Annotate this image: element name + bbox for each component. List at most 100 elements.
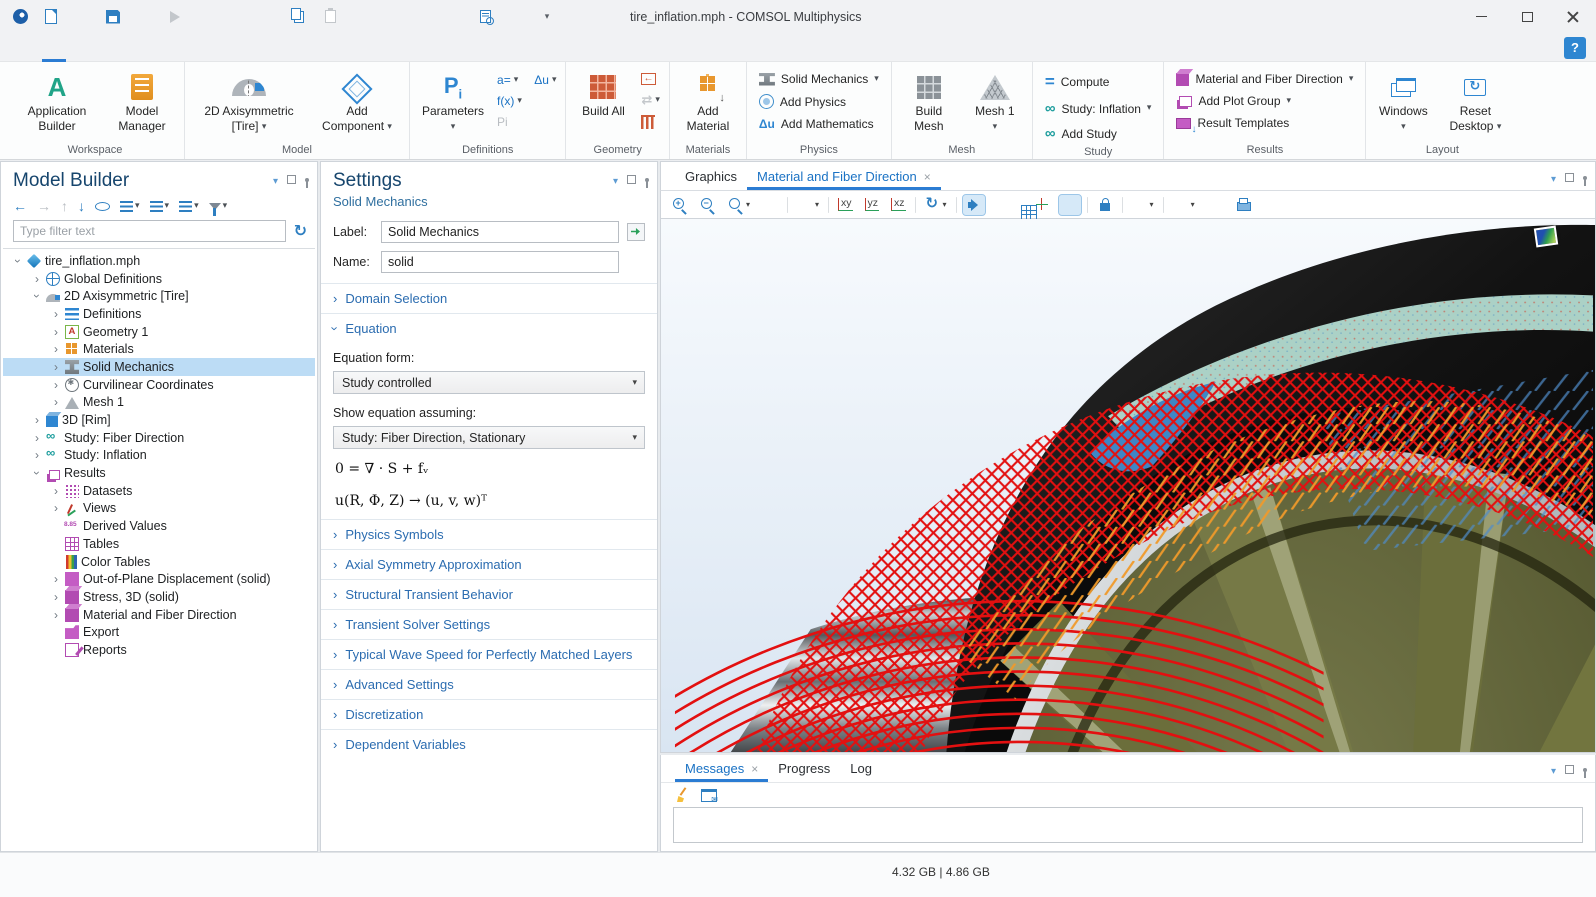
quick-access-button[interactable] xyxy=(132,5,156,29)
tree-expander-icon[interactable] xyxy=(51,325,61,339)
quick-access-button[interactable] xyxy=(318,5,342,29)
build-all-geometry-button[interactable]: Build All xyxy=(572,66,634,121)
study-inflation-dropdown[interactable]: ∞Study: Inflation xyxy=(1039,98,1158,119)
quick-access-button[interactable] xyxy=(8,5,32,29)
graphics-canvas[interactable] xyxy=(660,219,1596,753)
close-tab-icon[interactable] xyxy=(924,170,931,184)
menu-tab[interactable] xyxy=(66,33,90,62)
tree-expander-icon[interactable] xyxy=(51,307,61,321)
tree-expander-icon[interactable] xyxy=(51,608,61,622)
settings-section-header[interactable]: Axial Symmetry Approximation xyxy=(321,549,657,579)
tree-expander-icon[interactable] xyxy=(51,484,61,498)
tree-expander-icon[interactable] xyxy=(51,501,61,515)
close-tab-icon[interactable] xyxy=(751,762,758,776)
tree-row[interactable]: Derived Values xyxy=(3,517,315,535)
tree-filter-input[interactable] xyxy=(13,220,286,242)
parameter-case-button[interactable]: Pi xyxy=(494,114,559,130)
add-plot-group-button[interactable]: Add Plot Group xyxy=(1170,92,1359,110)
graphics-tool-button[interactable]: + ▾ xyxy=(669,195,691,215)
panel-menu-icon[interactable] xyxy=(1551,170,1556,185)
tree-expander-icon[interactable] xyxy=(51,395,61,409)
graphics-tool-button[interactable]: ▾ xyxy=(1170,195,1198,215)
graphics-tool-button[interactable]: ▾ xyxy=(787,197,788,213)
quick-access-button[interactable] xyxy=(39,5,63,29)
graphics-tool-button[interactable]: xy ▾ xyxy=(835,196,856,213)
application-builder-button[interactable]: A Application Builder xyxy=(12,66,102,136)
quick-access-button[interactable] xyxy=(101,5,125,29)
add-physics-button[interactable]: Add Physics xyxy=(753,92,885,111)
rename-apply-button[interactable] xyxy=(627,223,645,241)
add-mathematics-button[interactable]: ΔuAdd Mathematics xyxy=(753,115,885,133)
tree-row[interactable]: Color Tables xyxy=(3,553,315,571)
graphics-tool-button[interactable]: ▾ xyxy=(1031,195,1053,215)
quick-access-button[interactable] xyxy=(473,5,497,29)
menu-tab[interactable] xyxy=(42,33,66,62)
expand-all-button[interactable] xyxy=(150,201,170,212)
windows-button[interactable]: Windows xyxy=(1372,66,1434,136)
result-templates-button[interactable]: Result Templates xyxy=(1170,114,1359,132)
messages-tab[interactable]: Log xyxy=(840,756,882,782)
tree-row[interactable]: Tables xyxy=(3,535,315,553)
section-equation[interactable]: Equation xyxy=(321,313,657,343)
tree-row[interactable]: Definitions xyxy=(3,305,315,323)
menu-tab[interactable] xyxy=(162,33,186,62)
forward-icon[interactable]: → xyxy=(37,198,51,214)
tree-row[interactable]: Export xyxy=(3,623,315,641)
settings-section-header[interactable]: Structural Transient Behavior xyxy=(321,579,657,609)
variables-button[interactable]: a= xyxy=(494,72,521,88)
tree-expander-icon[interactable] xyxy=(51,378,61,392)
clear-messages-icon[interactable] xyxy=(675,787,691,803)
quick-access-button[interactable] xyxy=(442,5,466,29)
tree-row[interactable]: Reports xyxy=(3,641,315,659)
quick-access-button[interactable] xyxy=(504,5,528,29)
graphics-tool-button[interactable]: ▾ xyxy=(1019,203,1025,207)
panel-menu-icon[interactable] xyxy=(273,172,278,187)
nonlocal-couplings-button[interactable]: Δu xyxy=(531,72,559,88)
menu-tab[interactable] xyxy=(114,33,138,62)
tree-row[interactable]: Results xyxy=(3,464,315,482)
add-material-button[interactable]: Add Material xyxy=(676,66,740,136)
import-geometry-button[interactable] xyxy=(638,72,662,86)
graphics-tool-button[interactable]: ▾ xyxy=(1087,197,1088,213)
messages-tab[interactable]: Progress xyxy=(768,756,840,782)
float-panel-icon[interactable] xyxy=(1565,173,1574,182)
tree-expander-icon[interactable] xyxy=(30,468,44,478)
tree-expander-icon[interactable] xyxy=(30,291,44,301)
show-equation-select[interactable]: Study: Fiber Direction, Stationary xyxy=(333,426,645,449)
minimize-button[interactable] xyxy=(1458,0,1504,33)
functions-button[interactable]: f(x) xyxy=(494,93,559,109)
pin-panel-icon[interactable] xyxy=(1583,768,1587,772)
pin-panel-icon[interactable] xyxy=(305,178,309,182)
quick-access-button[interactable] xyxy=(349,5,373,29)
tree-row[interactable]: Geometry 1 xyxy=(3,323,315,341)
move-down-icon[interactable]: ↓ xyxy=(78,198,85,214)
maximize-button[interactable] xyxy=(1504,0,1550,33)
tree-row[interactable]: 2D Axisymmetric [Tire] xyxy=(3,287,315,305)
graphics-tab[interactable]: Material and Fiber Direction xyxy=(747,164,941,190)
tree-expander-icon[interactable] xyxy=(32,431,42,445)
messages-output[interactable] xyxy=(673,807,1583,843)
tree-row[interactable]: Stress, 3D (solid) xyxy=(3,588,315,606)
filter-button[interactable] xyxy=(209,201,228,212)
quick-access-button[interactable] xyxy=(411,5,435,29)
quick-access-button[interactable] xyxy=(256,5,280,29)
quick-access-button[interactable] xyxy=(287,5,311,29)
messages-tab[interactable]: Messages xyxy=(675,756,768,782)
graphics-tool-button[interactable]: ▾ xyxy=(1204,195,1226,215)
menu-tab[interactable] xyxy=(90,33,114,62)
node-order-button[interactable] xyxy=(179,201,199,212)
graphics-tool-button[interactable]: ▾ xyxy=(1232,195,1254,215)
show-icon[interactable] xyxy=(95,202,110,211)
tree-row[interactable]: Views xyxy=(3,500,315,518)
collapse-all-button[interactable] xyxy=(120,201,140,212)
move-up-icon[interactable]: ↑ xyxy=(61,198,68,214)
open-messages-window-icon[interactable] xyxy=(701,789,717,802)
remove-details-button[interactable] xyxy=(638,114,662,130)
graphics-tool-button[interactable]: ▾ xyxy=(1129,195,1157,215)
tree-expander-icon[interactable] xyxy=(32,448,42,462)
equation-form-select[interactable]: Study controlled xyxy=(333,371,645,394)
menu-tab[interactable] xyxy=(186,33,210,62)
tree-expander-icon[interactable] xyxy=(51,590,61,604)
graphics-tab[interactable]: Graphics xyxy=(675,164,747,190)
build-mesh-button[interactable]: Build Mesh xyxy=(898,66,960,136)
